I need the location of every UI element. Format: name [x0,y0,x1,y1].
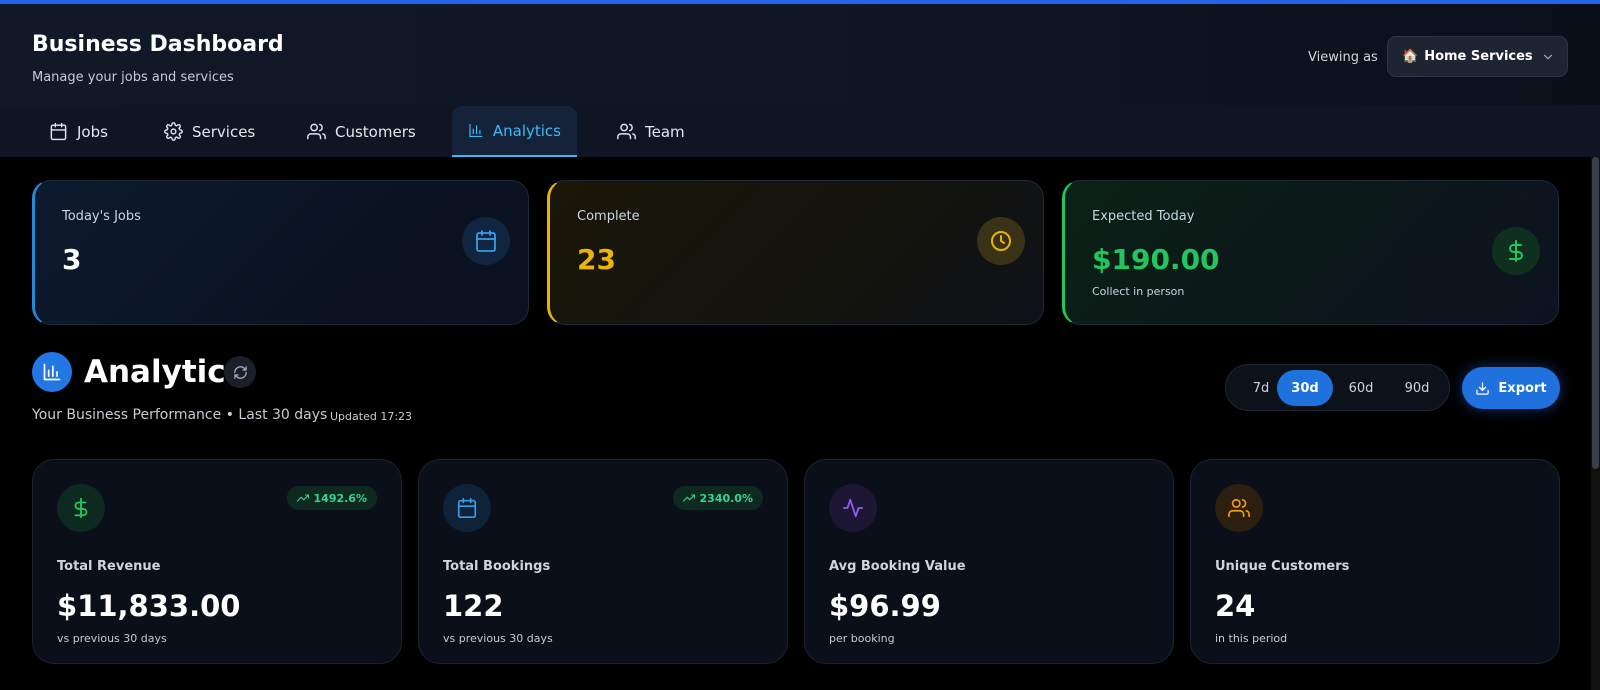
gear-icon [164,122,183,141]
users-icon [1215,484,1263,532]
metric-value: $96.99 [829,589,941,623]
metric-subtext: vs previous 30 days [57,632,167,645]
range-60d-button[interactable]: 60d [1333,370,1389,406]
page-title: Business Dashboard [32,32,284,57]
trend-badge: 1492.6% [286,486,377,510]
vertical-scrollbar[interactable] [1591,157,1600,690]
metric-card-total-revenue: 1492.6% Total Revenue $11,833.00 vs prev… [32,459,402,664]
stat-subtext: Collect in person [1092,285,1185,298]
range-30d-button[interactable]: 30d [1277,370,1333,406]
metric-card-total-bookings: 2340.0% Total Bookings 122 vs previous 3… [418,459,788,664]
metric-label: Total Revenue [57,559,161,574]
page-header: Business Dashboard Manage your jobs and … [0,4,1600,105]
main-tabs: Jobs Services Customers Analytics Team [0,105,1600,157]
export-button[interactable]: Export [1462,367,1560,409]
calendar-icon [443,484,491,532]
clock-icon [977,217,1025,265]
range-90d-button[interactable]: 90d [1389,370,1445,406]
stat-card-expected-today: Expected Today $190.00 Collect in person [1062,180,1559,325]
calendar-icon [462,217,510,265]
tab-analytics[interactable]: Analytics [452,106,577,157]
chevron-down-icon [1543,54,1553,60]
tab-team[interactable]: Team [601,106,701,157]
tab-jobs[interactable]: Jobs [33,106,124,157]
metric-value: 122 [443,589,504,623]
tab-label: Team [645,122,685,141]
metric-value: $11,833.00 [57,589,241,623]
users-icon [617,123,636,140]
trend-value: 2340.0% [699,491,753,505]
dollar-icon [57,484,105,532]
analytics-icon [32,352,72,392]
refresh-button[interactable] [224,356,256,388]
metric-card-avg-booking-value: Avg Booking Value $96.99 per booking [804,459,1174,664]
metric-value: 24 [1215,589,1256,623]
stat-value: $190.00 [1092,243,1220,276]
metric-card-unique-customers: Unique Customers 24 in this period [1190,459,1560,664]
trending-up-icon [296,494,309,502]
metric-subtext: in this period [1215,632,1288,645]
bar-chart-icon [469,123,483,138]
viewing-as-label: Viewing as [1308,50,1378,65]
tab-label: Customers [335,122,416,141]
trend-badge: 2340.0% [672,486,763,510]
stat-value: 3 [62,243,82,276]
stat-card-todays-jobs: Today's Jobs 3 [32,180,529,325]
scrollbar-thumb[interactable] [1592,157,1599,469]
calendar-icon [50,122,67,141]
business-type-select[interactable]: 🏠 Home Services [1387,36,1568,77]
business-type-value: Home Services [1424,49,1533,64]
metric-label: Avg Booking Value [829,559,966,574]
stat-card-complete: Complete 23 [547,180,1044,325]
metric-label: Unique Customers [1215,559,1350,574]
metric-label: Total Bookings [443,559,551,574]
house-icon: 🏠 [1402,49,1419,64]
tab-customers[interactable]: Customers [291,106,432,157]
refresh-icon [233,365,247,379]
users-icon [307,123,326,140]
stat-label: Today's Jobs [62,209,141,224]
export-label: Export [1498,380,1547,396]
metric-subtext: vs previous 30 days [443,632,553,645]
tab-label: Analytics [492,121,561,140]
tab-label: Services [192,122,256,141]
trend-value: 1492.6% [313,491,367,505]
tab-label: Jobs [77,122,108,141]
stat-value: 23 [577,243,616,276]
download-icon [1476,381,1490,395]
metric-subtext: per booking [829,632,895,645]
stat-label: Expected Today [1092,209,1195,224]
activity-icon [829,484,877,532]
stat-label: Complete [577,209,640,224]
page-subtitle: Manage your jobs and services [32,70,234,85]
analytics-subtitle: Your Business Performance • Last 30 days [32,407,328,423]
date-range-selector: 7d 30d 60d 90d [1225,364,1450,411]
trending-up-icon [682,494,695,502]
dollar-icon [1492,227,1540,275]
updated-time: Updated 17:23 [330,410,413,423]
tab-services[interactable]: Services [148,106,271,157]
analytics-title: Analytics [84,354,245,390]
